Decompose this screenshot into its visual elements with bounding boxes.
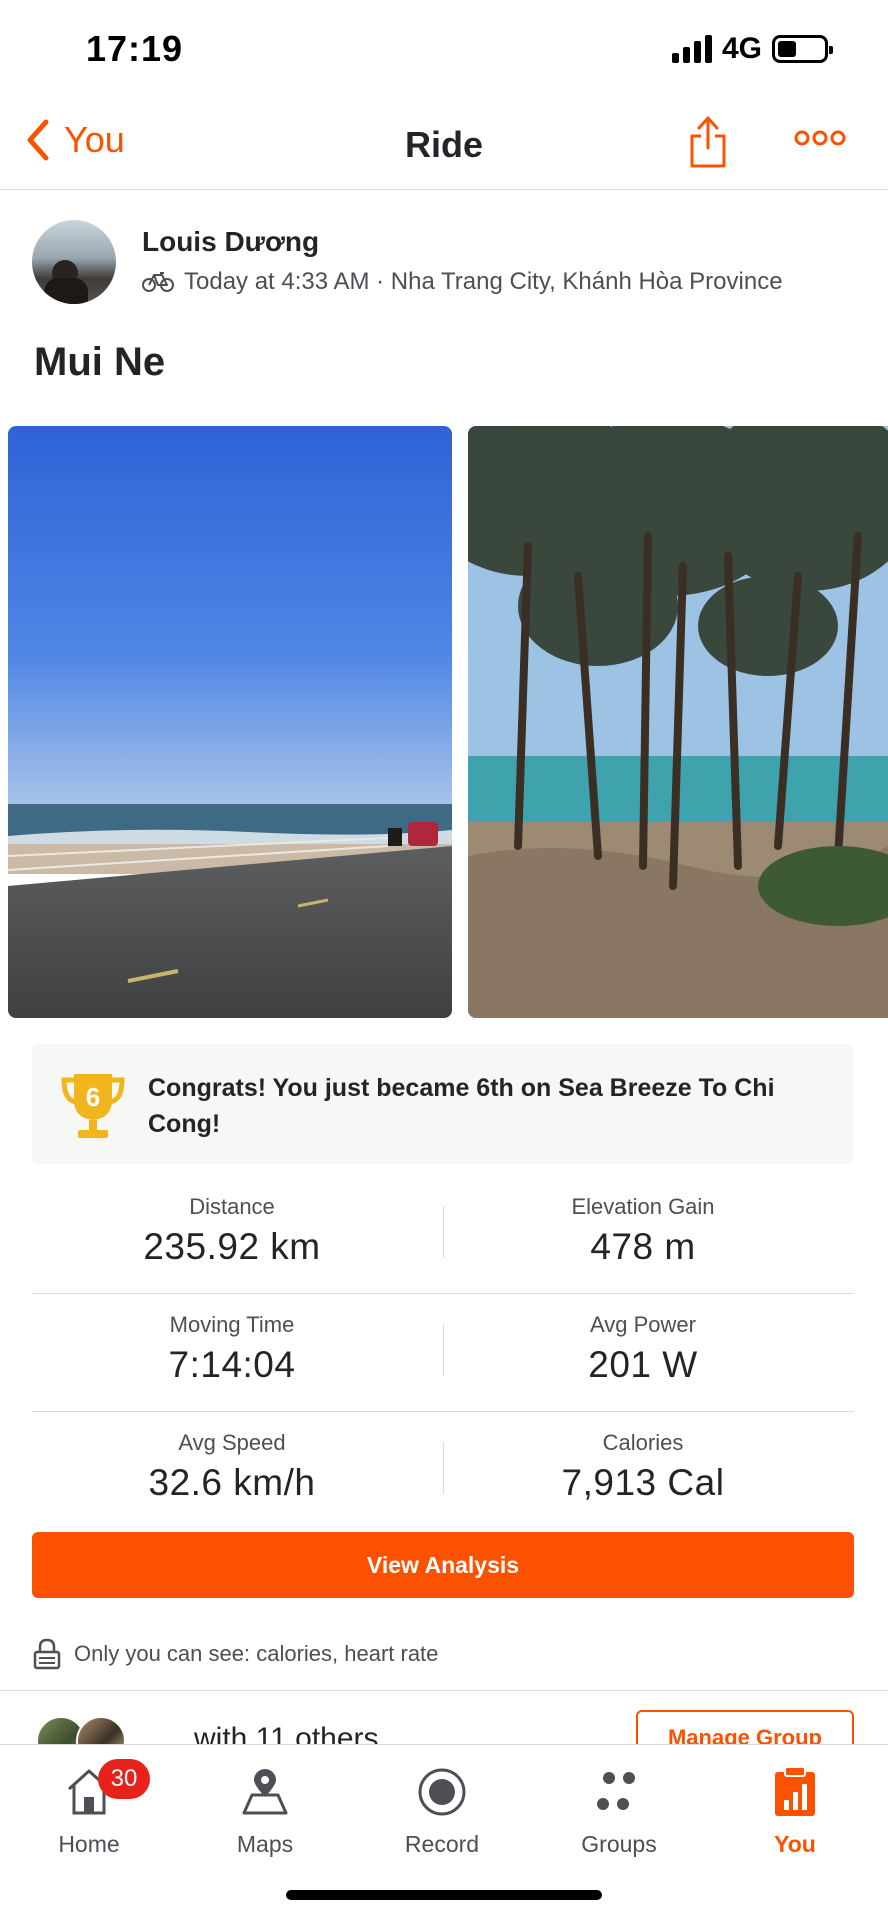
tab-you[interactable]: You — [730, 1759, 860, 1858]
group-activity-row: with 11 others Manage Group — [0, 1700, 888, 1744]
tab-record[interactable]: Record — [377, 1759, 507, 1858]
stat-value: 235.92 km — [143, 1226, 321, 1267]
stat-distance: Distance 235.92 km — [32, 1194, 432, 1268]
record-icon — [418, 1768, 466, 1816]
stat-value: 32.6 km/h — [148, 1462, 316, 1503]
stats-grid: Distance 235.92 km Elevation Gain 478 m … — [32, 1176, 854, 1530]
page-title: Ride — [404, 124, 483, 165]
stat-elevation-gain: Elevation Gain 478 m — [443, 1194, 843, 1268]
trophy-icon: 6 — [61, 1074, 125, 1138]
more-options-button[interactable] — [794, 128, 846, 153]
privacy-note[interactable]: Only you can see: calories, heart rate — [32, 1638, 438, 1670]
status-time: 17:19 — [86, 28, 184, 69]
nav-header: You Ride — [0, 100, 888, 190]
tab-label: Groups — [581, 1831, 657, 1857]
battery-icon — [772, 35, 833, 63]
activity-title: Mui Ne — [34, 340, 166, 384]
view-analysis-button[interactable]: View Analysis — [32, 1532, 854, 1598]
stat-avg-power: Avg Power 201 W — [443, 1312, 843, 1386]
group-label[interactable]: with 11 others — [194, 1722, 379, 1744]
map-pin-icon — [242, 1769, 288, 1815]
athlete-name[interactable]: Louis Dương — [142, 226, 319, 258]
status-indicators: 4G — [671, 32, 833, 66]
chevron-left-icon — [27, 119, 49, 161]
share-button[interactable] — [688, 114, 728, 175]
manage-group-button[interactable]: Manage Group — [636, 1710, 854, 1744]
signal-icon — [671, 35, 712, 63]
notification-badge: 30 — [98, 1759, 150, 1799]
stat-label: Moving Time — [169, 1312, 295, 1337]
tab-label: Home — [58, 1831, 120, 1857]
stat-value: 201 W — [588, 1344, 698, 1385]
group-avatars[interactable] — [36, 1716, 132, 1744]
stat-calories: Calories 7,913 Cal — [443, 1430, 843, 1504]
avatar — [76, 1716, 126, 1744]
achievement-text: Congrats! You just became 6th on Sea Bre… — [148, 1074, 775, 1138]
stat-label: Elevation Gain — [571, 1194, 715, 1219]
stat-value: 7:14:04 — [168, 1344, 296, 1385]
share-icon — [690, 116, 726, 168]
stat-moving-time: Moving Time 7:14:04 — [32, 1312, 432, 1386]
status-bar: 17:19 4G — [0, 0, 888, 100]
network-type: 4G — [721, 32, 762, 65]
achievement-rank: 6 — [86, 1082, 100, 1112]
tab-groups[interactable]: Groups — [554, 1759, 684, 1858]
stat-label: Calories — [602, 1430, 684, 1455]
stat-value: 7,913 Cal — [561, 1462, 725, 1503]
stat-avg-speed: Avg Speed 32.6 km/h — [32, 1430, 432, 1504]
activity-meta: Today at 4:33 AM · Nha Trang City, Khánh… — [142, 268, 783, 296]
stat-label: Avg Speed — [178, 1430, 286, 1455]
profile-chart-icon — [775, 1766, 815, 1816]
tab-label: Maps — [236, 1831, 294, 1857]
stat-value: 478 m — [590, 1226, 696, 1267]
avatar[interactable] — [32, 220, 116, 304]
back-label: You — [64, 119, 125, 160]
back-button[interactable]: You — [24, 118, 125, 162]
athlete-header: Louis Dương Today at 4:33 AM · Nha Trang… — [32, 220, 852, 310]
stat-row: Avg Speed 32.6 km/h Calories 7,913 Cal — [32, 1412, 854, 1530]
stat-row: Distance 235.92 km Elevation Gain 478 m — [32, 1176, 854, 1294]
achievement-banner[interactable]: 6 Congrats! You just became 6th on Sea B… — [32, 1044, 854, 1164]
more-icon — [794, 130, 846, 146]
stat-row: Moving Time 7:14:04 Avg Power 201 W — [32, 1294, 854, 1412]
activity-meta-text: Today at 4:33 AM · Nha Trang City, Khánh… — [184, 268, 783, 295]
tab-home[interactable]: 30 Home — [24, 1759, 154, 1858]
tab-maps[interactable]: Maps — [200, 1759, 330, 1858]
divider — [0, 1690, 888, 1691]
tab-label: You — [774, 1831, 816, 1857]
bike-icon — [142, 272, 174, 292]
stat-label: Distance — [189, 1194, 275, 1219]
lock-icon — [33, 1638, 61, 1670]
activity-photo-pine-forest[interactable] — [468, 426, 888, 1018]
home-indicator — [286, 1890, 602, 1900]
groups-icon — [597, 1772, 635, 1810]
activity-photo-beach-road[interactable] — [8, 426, 452, 1018]
stat-label: Avg Power — [590, 1312, 696, 1337]
privacy-text: Only you can see: calories, heart rate — [74, 1641, 439, 1666]
tab-label: Record — [404, 1831, 480, 1857]
